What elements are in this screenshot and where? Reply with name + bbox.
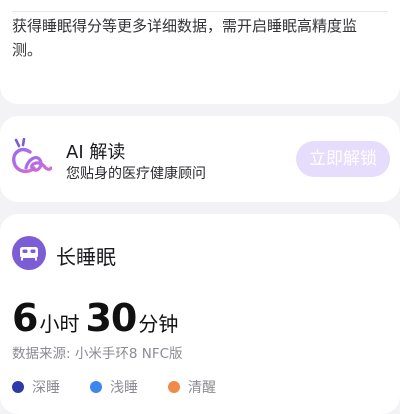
legend-item-deep-sleep: 深睡: [12, 377, 60, 397]
ai-sparkle-logo-icon: [12, 138, 52, 174]
info-card: 获得睡眠得分等更多详细数据，需开启睡眠高精度监测。: [0, 0, 400, 104]
legend-item-awake: 清醒: [168, 377, 216, 397]
long-sleep-card[interactable]: 长睡眠 6 小时 30 分钟 数据来源: 小米手环8 NFC版 深睡 浅睡 清醒: [0, 214, 400, 414]
legend-item-light-sleep: 浅睡: [90, 377, 138, 397]
legend-label: 浅睡: [110, 380, 138, 396]
bed-icon-badge: [12, 236, 46, 270]
minutes-unit: 分钟: [138, 312, 179, 336]
hours-unit: 小时: [39, 312, 80, 336]
ai-title: AI 解读: [66, 142, 126, 163]
long-sleep-title: 长睡眠: [56, 245, 116, 269]
sleep-duration: 6 小时 30 分钟: [12, 296, 184, 340]
high-precision-monitoring-notice: 获得睡眠得分等更多详细数据，需开启睡眠高精度监测。: [12, 17, 358, 59]
legend-label: 深睡: [32, 380, 60, 396]
sleep-stage-legend: 深睡 浅睡 清醒: [12, 377, 216, 397]
unlock-now-button[interactable]: 立即解锁: [296, 141, 390, 177]
divider: [12, 11, 388, 12]
duration-minutes: 30: [85, 296, 137, 340]
duration-hours: 6: [12, 296, 38, 340]
light-sleep-dot-icon: [90, 381, 102, 393]
bed-icon: [20, 247, 38, 261]
ai-subtitle: 您贴身的医疗健康顾问: [66, 166, 206, 182]
awake-dot-icon: [168, 381, 180, 393]
legend-label: 清醒: [188, 380, 216, 396]
deep-sleep-dot-icon: [12, 381, 24, 393]
data-source-label: 数据来源: 小米手环8 NFC版: [12, 346, 183, 362]
ai-interpretation-card[interactable]: AI 解读 您贴身的医疗健康顾问 立即解锁: [0, 116, 400, 202]
